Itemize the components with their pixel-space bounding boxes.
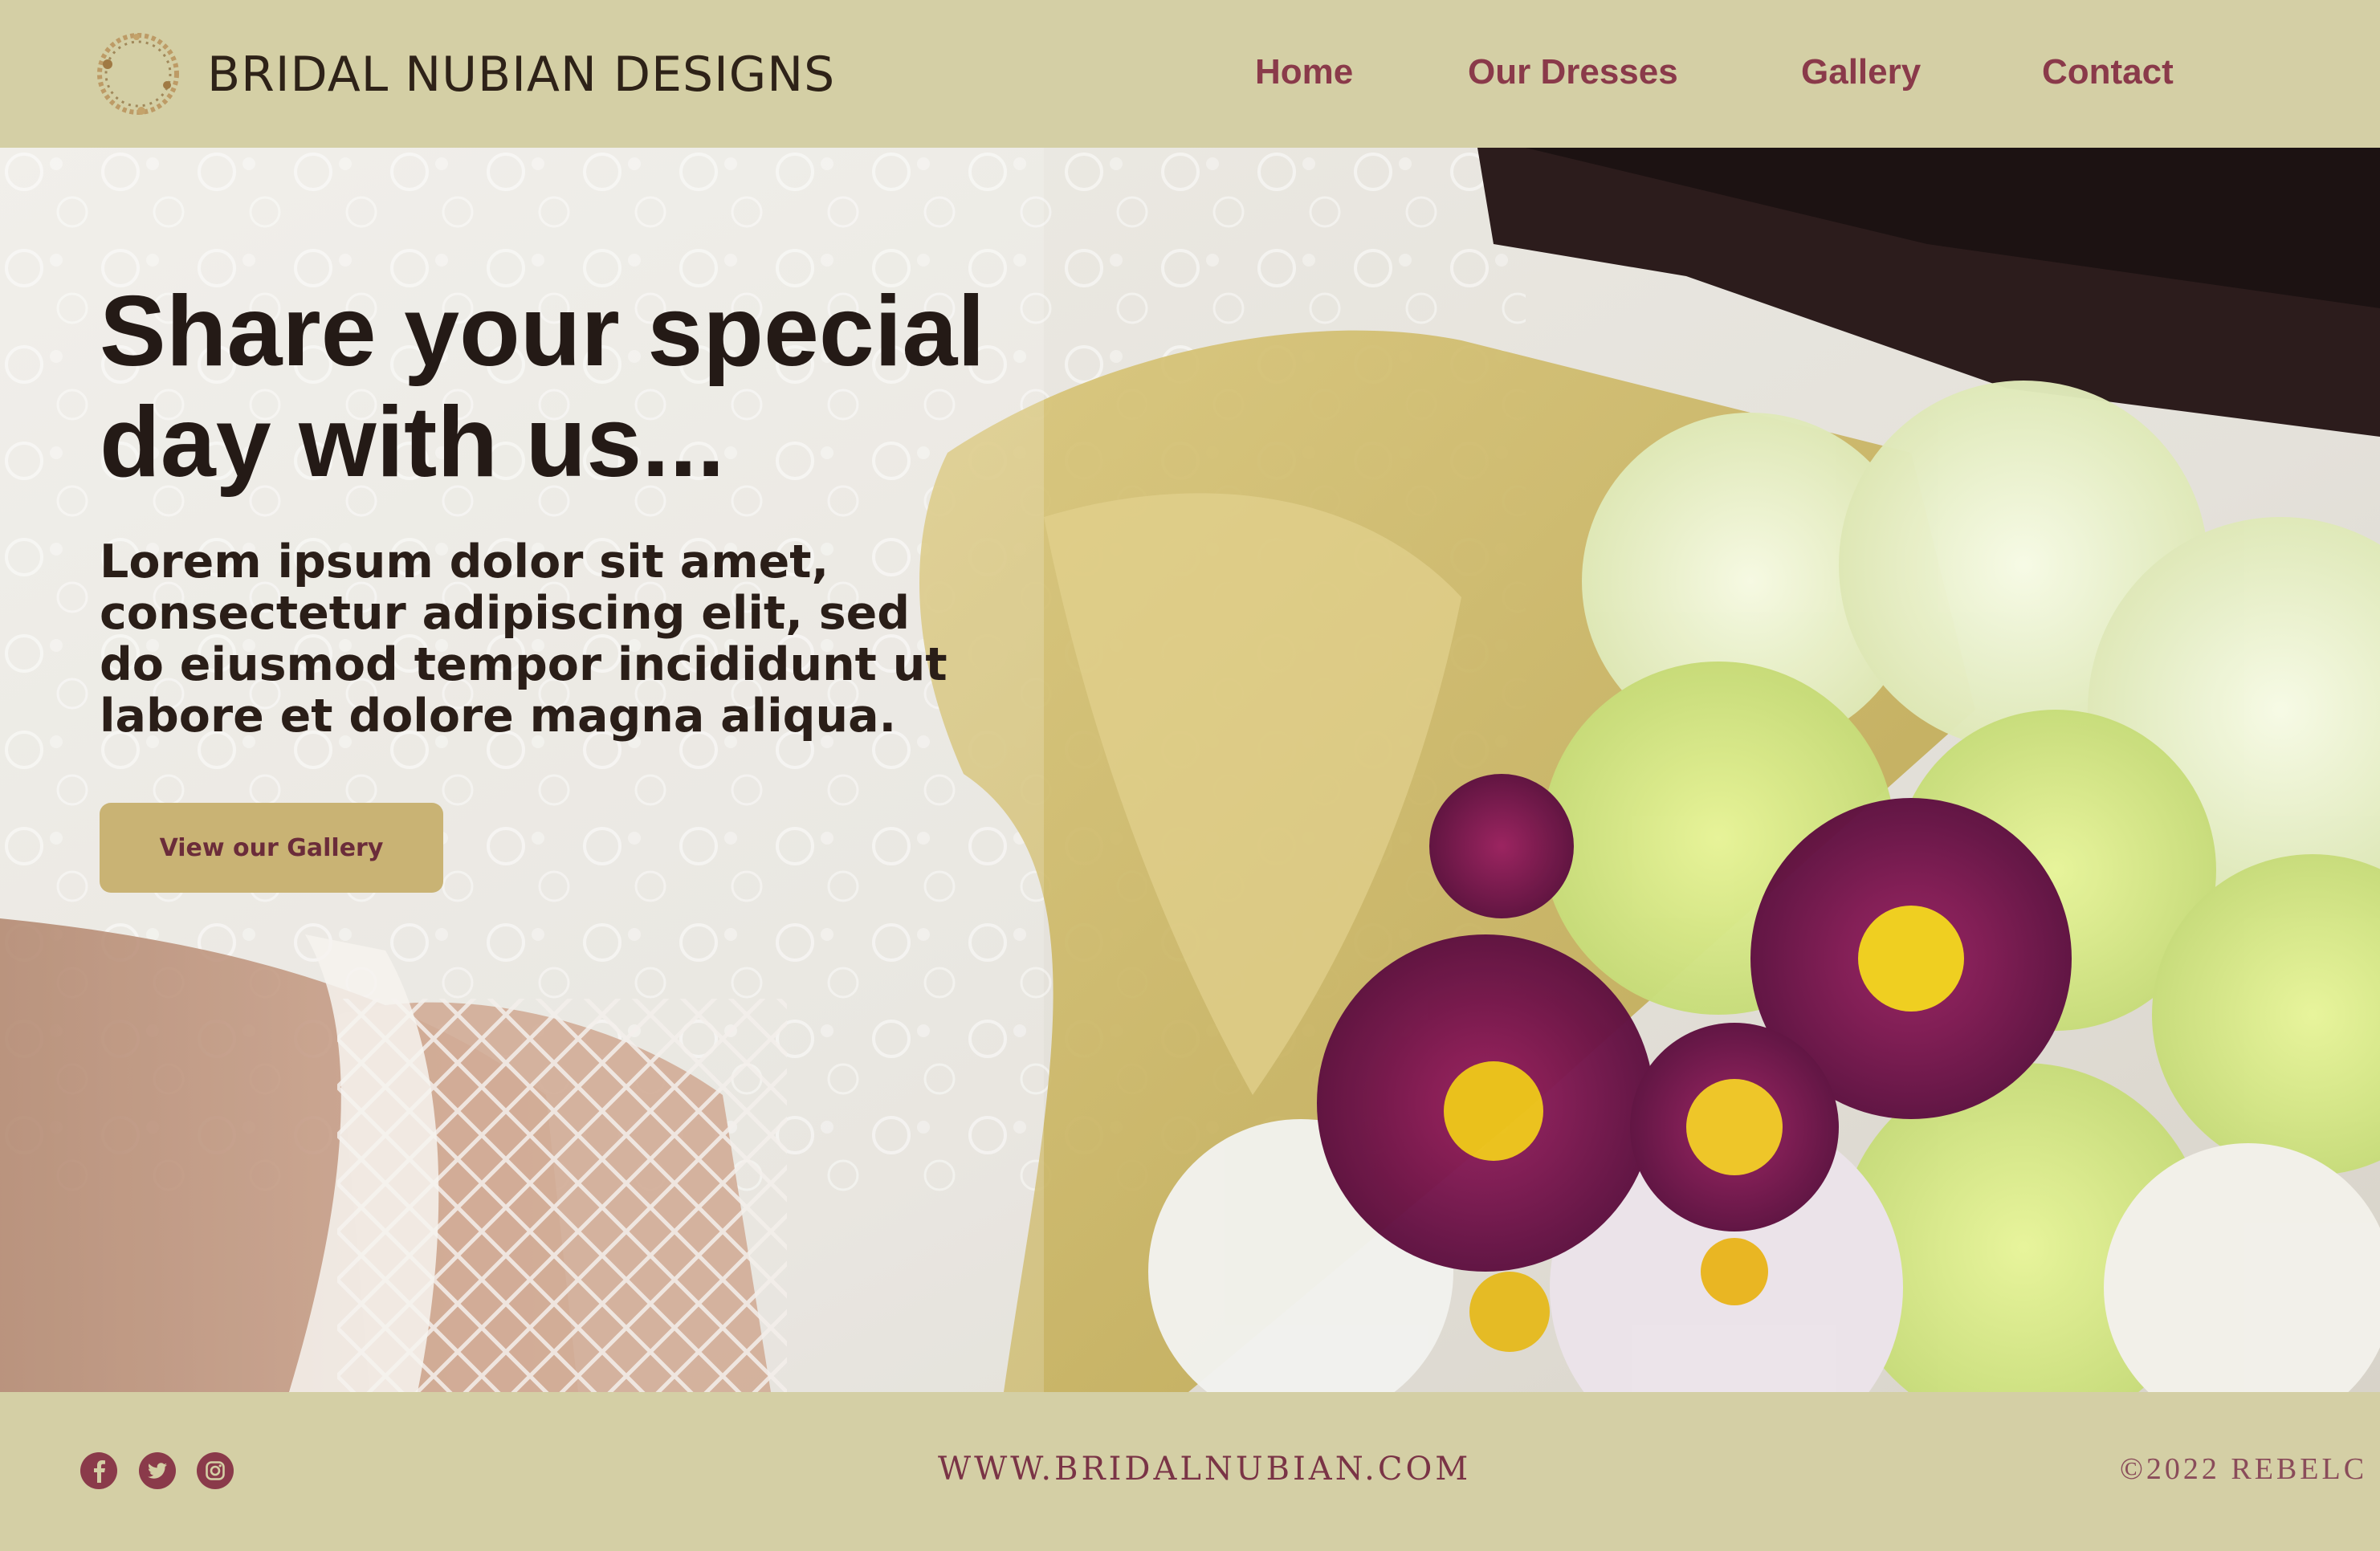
hero-section: Share your special day with us... Lorem … <box>0 148 2380 1392</box>
website-url[interactable]: WWW.BRIDALNUBIAN.COM <box>938 1445 1471 1493</box>
hero-description: Lorem ipsum dolor sit amet, consectetur … <box>100 535 948 743</box>
hero-title: Share your special day with us... <box>100 276 985 498</box>
instagram-icon[interactable] <box>195 1451 235 1491</box>
nav-link-contact[interactable]: Contact <box>2042 48 2174 96</box>
facebook-icon[interactable] <box>79 1451 119 1491</box>
floral-wreath-icon[interactable] <box>90 26 186 122</box>
view-gallery-button[interactable]: View our Gallery <box>100 803 443 893</box>
copyright-text: ©2022 REBELC <box>2120 1452 2368 1486</box>
site-footer: WWW.BRIDALNUBIAN.COM ©2022 REBELC <box>0 1392 2380 1551</box>
twitter-icon[interactable] <box>137 1451 177 1491</box>
nav-link-gallery[interactable]: Gallery <box>1801 48 1921 96</box>
nav-link-home[interactable]: Home <box>1255 48 1353 96</box>
brand-name[interactable]: BRIDAL NUBIAN DESIGNS <box>207 47 835 103</box>
site-header: BRIDAL NUBIAN DESIGNS Home Our Dresses G… <box>0 0 2380 148</box>
nav-link-our-dresses[interactable]: Our Dresses <box>1468 48 1678 96</box>
